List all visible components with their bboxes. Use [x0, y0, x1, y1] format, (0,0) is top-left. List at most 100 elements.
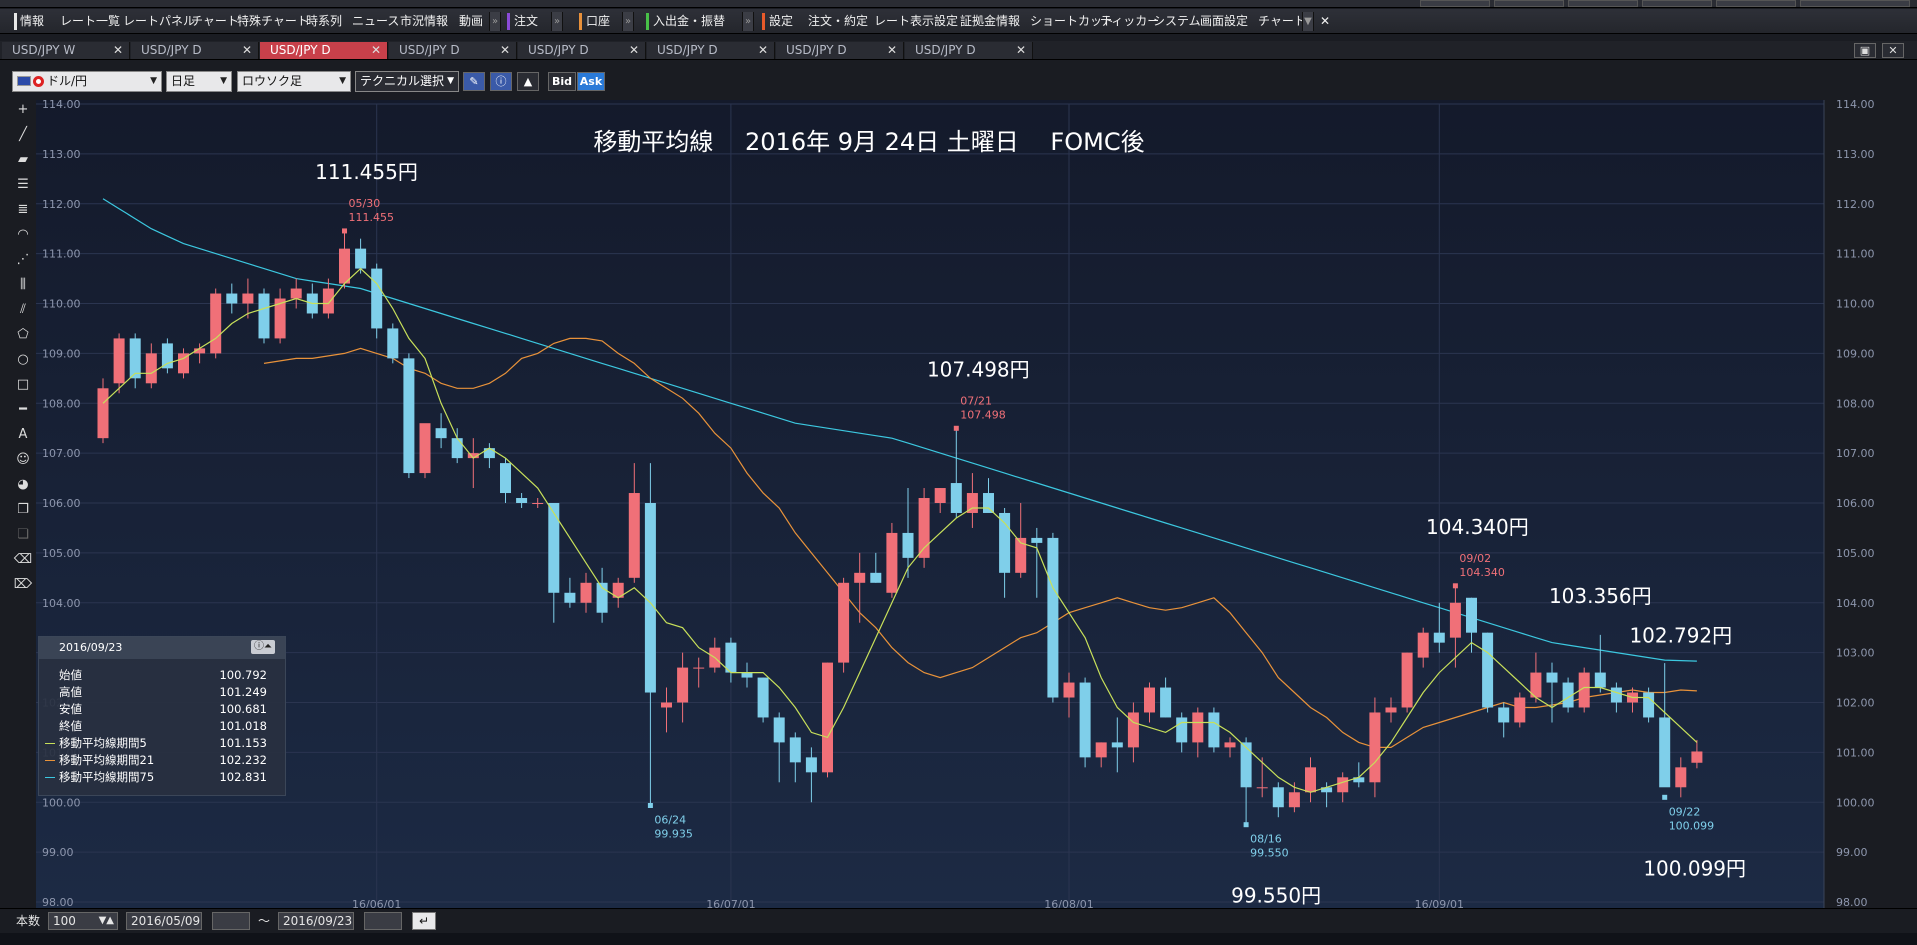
tab-usdjpy-d[interactable]: USD/JPY D ✕ [647, 42, 775, 59]
tab-close-icon[interactable]: ✕ [500, 42, 510, 59]
text-icon[interactable]: A [12, 425, 34, 445]
tab-label: USD/JPY D [141, 43, 202, 57]
emoji-icon[interactable]: ☺ [12, 450, 34, 470]
menu-time-series[interactable]: 時系列 [306, 13, 342, 30]
top-strip-button[interactable] [1568, 0, 1638, 7]
menu-rate-display[interactable]: レート表示設定 [874, 13, 958, 30]
mountain-chart-icon[interactable]: ▲ [517, 72, 539, 91]
us-flag-icon [17, 76, 31, 86]
tab-usdjpy-d[interactable]: USD/JPY D ✕ [776, 42, 904, 59]
menu-settings[interactable]: 設定 [769, 13, 793, 30]
top-strip-button[interactable] [1494, 0, 1564, 7]
menu-group-toggle[interactable]: » [742, 12, 754, 31]
menu-deposit-transfer[interactable]: 入出金・振替 [653, 13, 725, 30]
y-tick-label-right: 111.00 [1836, 248, 1875, 261]
tab-usdjpy-d[interactable]: USD/JPY D ✕ [389, 42, 517, 59]
y-tick-label-right: 109.00 [1836, 347, 1875, 360]
menu-group-toggle[interactable]: » [489, 12, 501, 31]
top-strip-button[interactable] [1642, 0, 1712, 7]
channel-icon[interactable]: ⫽ [12, 300, 34, 320]
pen-icon[interactable]: ✎ [463, 72, 485, 91]
technical-select[interactable]: テクニカル選択 ▼ [355, 71, 459, 92]
crosshair-icon[interactable]: + [12, 100, 34, 120]
close-window-icon[interactable]: ✕ [1882, 43, 1904, 58]
tab-close-icon[interactable]: ✕ [1016, 42, 1026, 59]
y-tick-label-right: 112.00 [1836, 198, 1875, 211]
tab-usdjpy-w[interactable]: USD/JPY W ✕ [2, 42, 130, 59]
chart-type-select[interactable]: ロウソク足 ▼ [237, 71, 351, 92]
bid-button[interactable]: Bid [548, 72, 576, 91]
horizontal-line-icon[interactable]: ━ [12, 400, 34, 420]
menu-order[interactable]: 注文 [514, 13, 538, 30]
tab-close-icon[interactable]: ✕ [242, 42, 252, 59]
paste-icon[interactable]: ❏ [12, 525, 34, 545]
tab-close-icon[interactable]: ✕ [371, 42, 381, 59]
menu-ticker[interactable]: ティッカー [1100, 13, 1159, 30]
menu-screen-settings[interactable]: 画面設定 [1200, 13, 1248, 30]
paint-icon[interactable]: ◕ [12, 475, 34, 495]
price-chart[interactable]: 114.00 114.00 113.00 113.00 112.00 112.00 111.… [36, 100, 1917, 908]
trendline-icon[interactable]: ╱ [12, 125, 34, 145]
candle-body [258, 293, 270, 339]
top-strip-button[interactable] [1420, 0, 1490, 7]
pentagon-icon[interactable]: ⬠ [12, 325, 34, 345]
menu-dropdown-icon[interactable]: ▼ [1302, 12, 1314, 31]
tab-usdjpy-d[interactable]: USD/JPY D ✕ [131, 42, 259, 59]
extreme-date-label: 05/30 [349, 197, 381, 210]
tab-close-icon[interactable]: ✕ [887, 42, 897, 59]
to-time-field[interactable] [364, 912, 402, 930]
menu-rate-panel[interactable]: レートパネル [123, 13, 195, 30]
multi-lines-icon[interactable]: ≣ [12, 200, 34, 220]
menu-account[interactable]: 口座 [586, 13, 610, 30]
arc-icon[interactable]: ◠ [12, 225, 34, 245]
menu-chart[interactable]: チャート [191, 13, 239, 30]
candle-body [1224, 742, 1236, 748]
bar-count-field[interactable]: 100 ▼▲ [48, 912, 118, 930]
rectangle-icon[interactable]: □ [12, 375, 34, 395]
tab-usdjpy-d[interactable]: USD/JPY D ✕ [905, 42, 1033, 59]
maximize-icon[interactable]: ▣ [1854, 43, 1876, 58]
menu-order-execution[interactable]: 注文・約定 [808, 13, 868, 30]
ask-button[interactable]: Ask [577, 72, 605, 91]
ruler-icon[interactable]: ▰ [12, 150, 34, 170]
menu-video[interactable]: 動画 [459, 13, 483, 30]
horizontal-lines-icon[interactable]: ☰ [12, 175, 34, 195]
fan-icon[interactable]: ⋰ [12, 250, 34, 270]
tab-usdjpy-d-active[interactable]: USD/JPY D ✕ [260, 42, 388, 59]
from-time-field[interactable] [212, 912, 250, 930]
menu-info[interactable]: 情報 [20, 13, 44, 30]
candle-body [483, 448, 495, 459]
circle-icon[interactable]: ○ [12, 350, 34, 370]
tab-close-icon[interactable]: ✕ [113, 42, 123, 59]
top-strip-button[interactable] [1716, 0, 1796, 7]
info-collapse-icon[interactable]: ⓘ⏶ [251, 640, 275, 654]
to-date-field[interactable]: 2016/09/23 [278, 912, 354, 930]
eraser-icon[interactable]: ⌫ [12, 550, 34, 570]
candle-body [1385, 707, 1397, 713]
tab-usdjpy-d[interactable]: USD/JPY D ✕ [518, 42, 646, 59]
menu-group-toggle[interactable]: » [551, 12, 563, 31]
info-date: 2016/09/23 [59, 641, 123, 654]
menu-rate-list[interactable]: レート一覧 [60, 13, 120, 30]
menu-close-icon[interactable]: ✕ [1320, 13, 1330, 30]
menu-system[interactable]: システム [1153, 13, 1201, 30]
chart-canvas[interactable]: 114.00 114.00 113.00 113.00 112.00 112.00 111.… [36, 100, 1917, 908]
stepper-icon[interactable]: ▼▲ [99, 913, 114, 929]
menu-special-chart[interactable]: 特殊チャート [237, 13, 309, 30]
period-select[interactable]: 日足 ▼ [166, 71, 232, 92]
menu-margin-info[interactable]: 証拠金情報 [960, 13, 1020, 30]
currency-pair-select[interactable]: ドル/円 ▼ [12, 71, 162, 92]
erase-all-icon[interactable]: ⌦ [12, 575, 34, 595]
menu-news[interactable]: ニュース [352, 13, 399, 30]
from-date-field[interactable]: 2016/05/09 [126, 912, 202, 930]
copy-icon[interactable]: ❐ [12, 500, 34, 520]
menu-market-info[interactable]: 市況情報 [400, 13, 448, 30]
tab-close-icon[interactable]: ✕ [758, 42, 768, 59]
top-strip-button[interactable] [1800, 0, 1910, 7]
tab-close-icon[interactable]: ✕ [629, 42, 639, 59]
return-icon[interactable]: ↵ [412, 912, 436, 930]
menu-group-toggle[interactable]: » [622, 12, 634, 31]
vertical-lines-icon[interactable]: ⫼ [12, 275, 34, 295]
info-icon[interactable]: ⓘ [490, 72, 512, 91]
menu-chart-2[interactable]: チャート [1258, 13, 1306, 30]
